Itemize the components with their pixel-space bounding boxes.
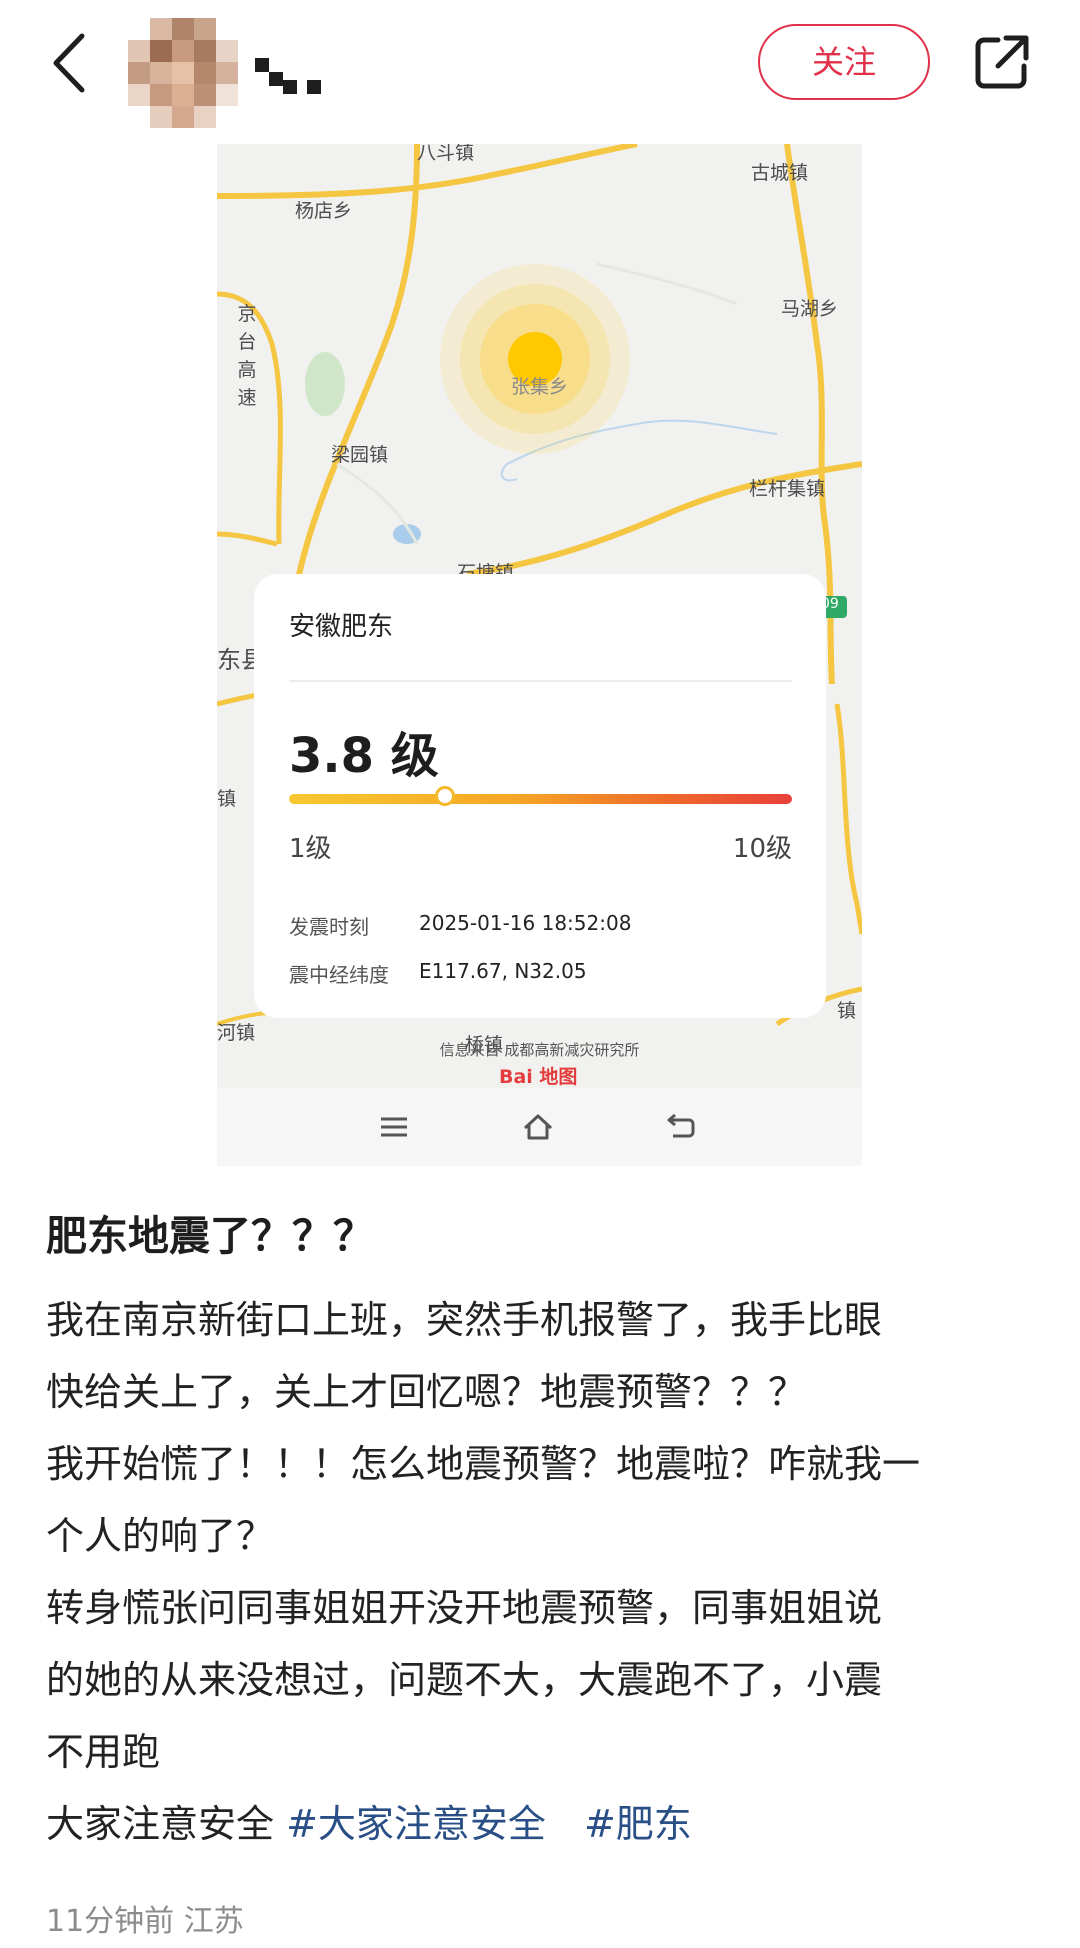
follow-button[interactable]: 关注: [758, 24, 930, 100]
map-label-yangdian: 杨店乡: [295, 200, 353, 222]
coord-value: E117.67, N32.05: [419, 959, 587, 983]
baidu-map-logo: Bai 地图: [499, 1066, 578, 1088]
scale-min-label: 1级: [289, 834, 332, 864]
post-line: 不用跑: [46, 1730, 161, 1774]
map-label-jingtai-expressway: 京台高速: [237, 303, 257, 409]
map-label-zhen-left: 镇: [217, 788, 237, 810]
map-label-badou: 八斗镇: [417, 144, 475, 164]
home-icon[interactable]: [521, 1112, 555, 1142]
earthquake-screenshot[interactable]: 八斗镇 古城镇 杨店乡 马湖乡 京台高速 梁园镇 栏杆集镇 石塘镇 东县 镇 河…: [217, 144, 862, 1166]
phone-nav-bar: [217, 1088, 862, 1166]
scale-max-label: 10级: [732, 834, 792, 864]
post-line: 我在南京新街口上班，突然手机报警了，我手比眼: [46, 1298, 883, 1342]
menu-icon[interactable]: [377, 1112, 411, 1142]
post-meta: 11分钟前 江苏: [46, 1904, 244, 1939]
post-line-with-tags: 大家注意安全 #大家注意安全 #肥东: [46, 1788, 1036, 1860]
post-line-text: 大家注意安全: [46, 1802, 287, 1846]
back-arrow-icon[interactable]: [663, 1112, 697, 1142]
hashtag-feidong[interactable]: #肥东: [584, 1802, 692, 1846]
hashtag-stay-safe[interactable]: #大家注意安全: [286, 1802, 546, 1846]
post-line: 转身慌张问同事姐姐开没开地震预警，同事姐姐说: [46, 1586, 883, 1630]
divider: [289, 680, 792, 682]
time-label: 发震时刻: [289, 915, 369, 939]
post-line: 快给关上了，关上才回忆嗯？地震预警？？？: [46, 1370, 807, 1414]
magnitude-value: 3.8 级: [289, 728, 439, 784]
map-label-gucheng: 古城镇: [751, 162, 809, 184]
map-label-langan: 栏杆集镇: [749, 478, 826, 500]
magnitude-scale-bar: [289, 794, 792, 804]
map-label-zhangji: 张集乡: [511, 376, 569, 398]
username-obscured[interactable]: [255, 58, 335, 98]
post-line: 的她的从来没想过，问题不大，大震跑不了，小震: [46, 1658, 883, 1702]
back-icon[interactable]: [44, 28, 94, 98]
coord-label: 震中经纬度: [289, 963, 389, 987]
map-label-zhen-right: 镇: [837, 1000, 857, 1022]
time-value: 2025-01-16 18:52:08: [419, 911, 632, 935]
map-label-liangyuan: 梁园镇: [331, 444, 389, 466]
post-body: 我在南京新街口上班，突然手机报警了，我手比眼 快给关上了，关上才回忆嗯？地震预警…: [46, 1284, 1036, 1860]
map-label-mahu: 马湖乡: [781, 298, 839, 320]
quake-info-card: 安徽肥东 3.8 级 1级 10级 发震时刻 2025-01-16 18:52:…: [254, 574, 826, 1018]
share-icon[interactable]: [972, 32, 1032, 92]
avatar[interactable]: [128, 18, 238, 128]
top-bar: 关注: [0, 0, 1080, 130]
post-line: 个人的响了？: [46, 1514, 275, 1558]
post-title: 肥东地震了？？？: [46, 1212, 374, 1260]
post-line: 我开始慌了！！！怎么地震预警？地震啦？咋就我一: [46, 1442, 921, 1486]
data-source-text: 信息来自 成都高新减灾研究所: [439, 1041, 640, 1059]
location-title: 安徽肥东: [289, 612, 394, 642]
